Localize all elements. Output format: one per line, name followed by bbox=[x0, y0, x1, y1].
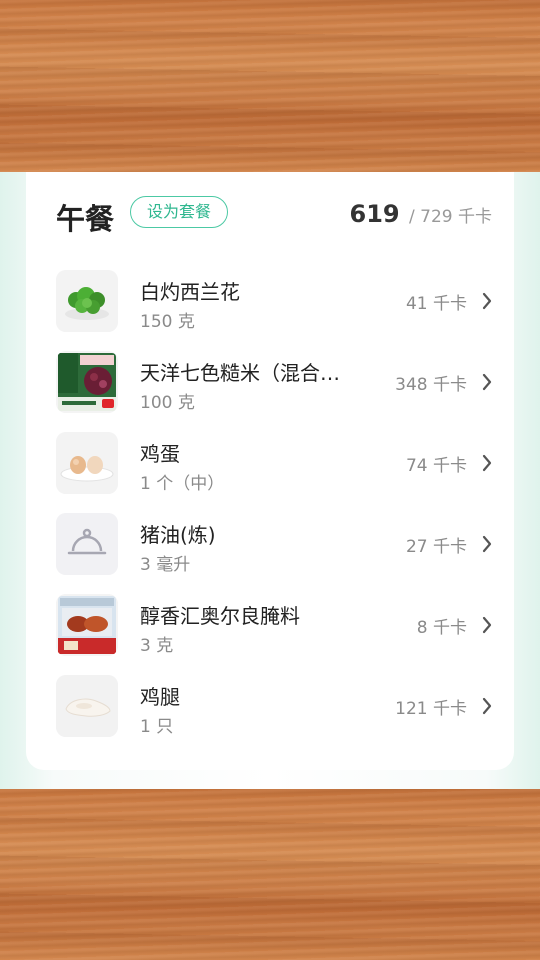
food-item-marinade[interactable]: 醇香汇奥尔良腌料 3 克 8 千卡 bbox=[26, 586, 514, 667]
eggs-icon bbox=[56, 432, 118, 494]
food-cloche-icon bbox=[56, 513, 118, 575]
food-calories: 121 千卡 bbox=[395, 699, 467, 719]
food-name: 天洋七色糙米（混合… bbox=[140, 361, 340, 385]
chevron-right-icon bbox=[482, 292, 492, 310]
calorie-summary: 619 / 729 千卡 bbox=[350, 200, 493, 228]
food-item-chicken-leg[interactable]: 鸡腿 1 只 121 千卡 bbox=[26, 667, 514, 748]
set-meal-button[interactable]: 设为套餐 bbox=[130, 196, 229, 228]
chevron-right-icon bbox=[482, 535, 492, 553]
food-item-rice[interactable]: 天洋七色糙米（混合… 100 克 348 千卡 bbox=[26, 343, 514, 424]
food-calories: 41 千卡 bbox=[405, 294, 467, 314]
calories-total: / 729 千卡 bbox=[409, 207, 492, 227]
food-calories: 27 千卡 bbox=[405, 537, 467, 557]
meal-card: 午餐 设为套餐 619 / 729 千卡 白灼西兰花 150 克 41 千卡 天… bbox=[26, 172, 514, 770]
rice-package-icon bbox=[56, 351, 118, 413]
food-name: 白灼西兰花 bbox=[140, 280, 240, 304]
wood-background-bottom bbox=[0, 789, 540, 960]
chevron-right-icon bbox=[482, 616, 492, 634]
broccoli-icon bbox=[56, 270, 118, 332]
food-calories: 74 千卡 bbox=[405, 456, 467, 476]
food-item-broccoli[interactable]: 白灼西兰花 150 克 41 千卡 bbox=[26, 262, 514, 343]
food-amount: 100 克 bbox=[140, 393, 195, 413]
food-list: 白灼西兰花 150 克 41 千卡 天洋七色糙米（混合… 100 克 348 千… bbox=[26, 262, 514, 748]
chevron-right-icon bbox=[482, 373, 492, 391]
food-item-egg[interactable]: 鸡蛋 1 个（中） 74 千卡 bbox=[26, 424, 514, 505]
food-name: 醇香汇奥尔良腌料 bbox=[140, 604, 300, 628]
food-amount: 1 个（中） bbox=[140, 474, 225, 494]
marinade-package-icon bbox=[56, 594, 118, 656]
food-amount: 3 毫升 bbox=[140, 555, 191, 575]
food-amount: 3 克 bbox=[140, 636, 174, 656]
calories-eaten: 619 bbox=[349, 200, 400, 228]
food-amount: 1 只 bbox=[140, 717, 174, 737]
meal-title: 午餐 bbox=[56, 202, 115, 236]
food-name: 鸡蛋 bbox=[140, 442, 180, 466]
food-name: 鸡腿 bbox=[140, 685, 180, 709]
chevron-right-icon bbox=[482, 697, 492, 715]
food-calories: 8 千卡 bbox=[416, 618, 467, 638]
wood-background-top bbox=[0, 0, 540, 172]
chevron-right-icon bbox=[482, 454, 492, 472]
meal-header: 午餐 设为套餐 619 / 729 千卡 bbox=[56, 194, 492, 236]
chicken-leg-icon bbox=[56, 675, 118, 737]
food-amount: 150 克 bbox=[140, 312, 195, 332]
food-calories: 348 千卡 bbox=[395, 375, 467, 395]
food-item-lard[interactable]: 猪油(炼) 3 毫升 27 千卡 bbox=[26, 505, 514, 586]
food-name: 猪油(炼) bbox=[140, 523, 216, 547]
